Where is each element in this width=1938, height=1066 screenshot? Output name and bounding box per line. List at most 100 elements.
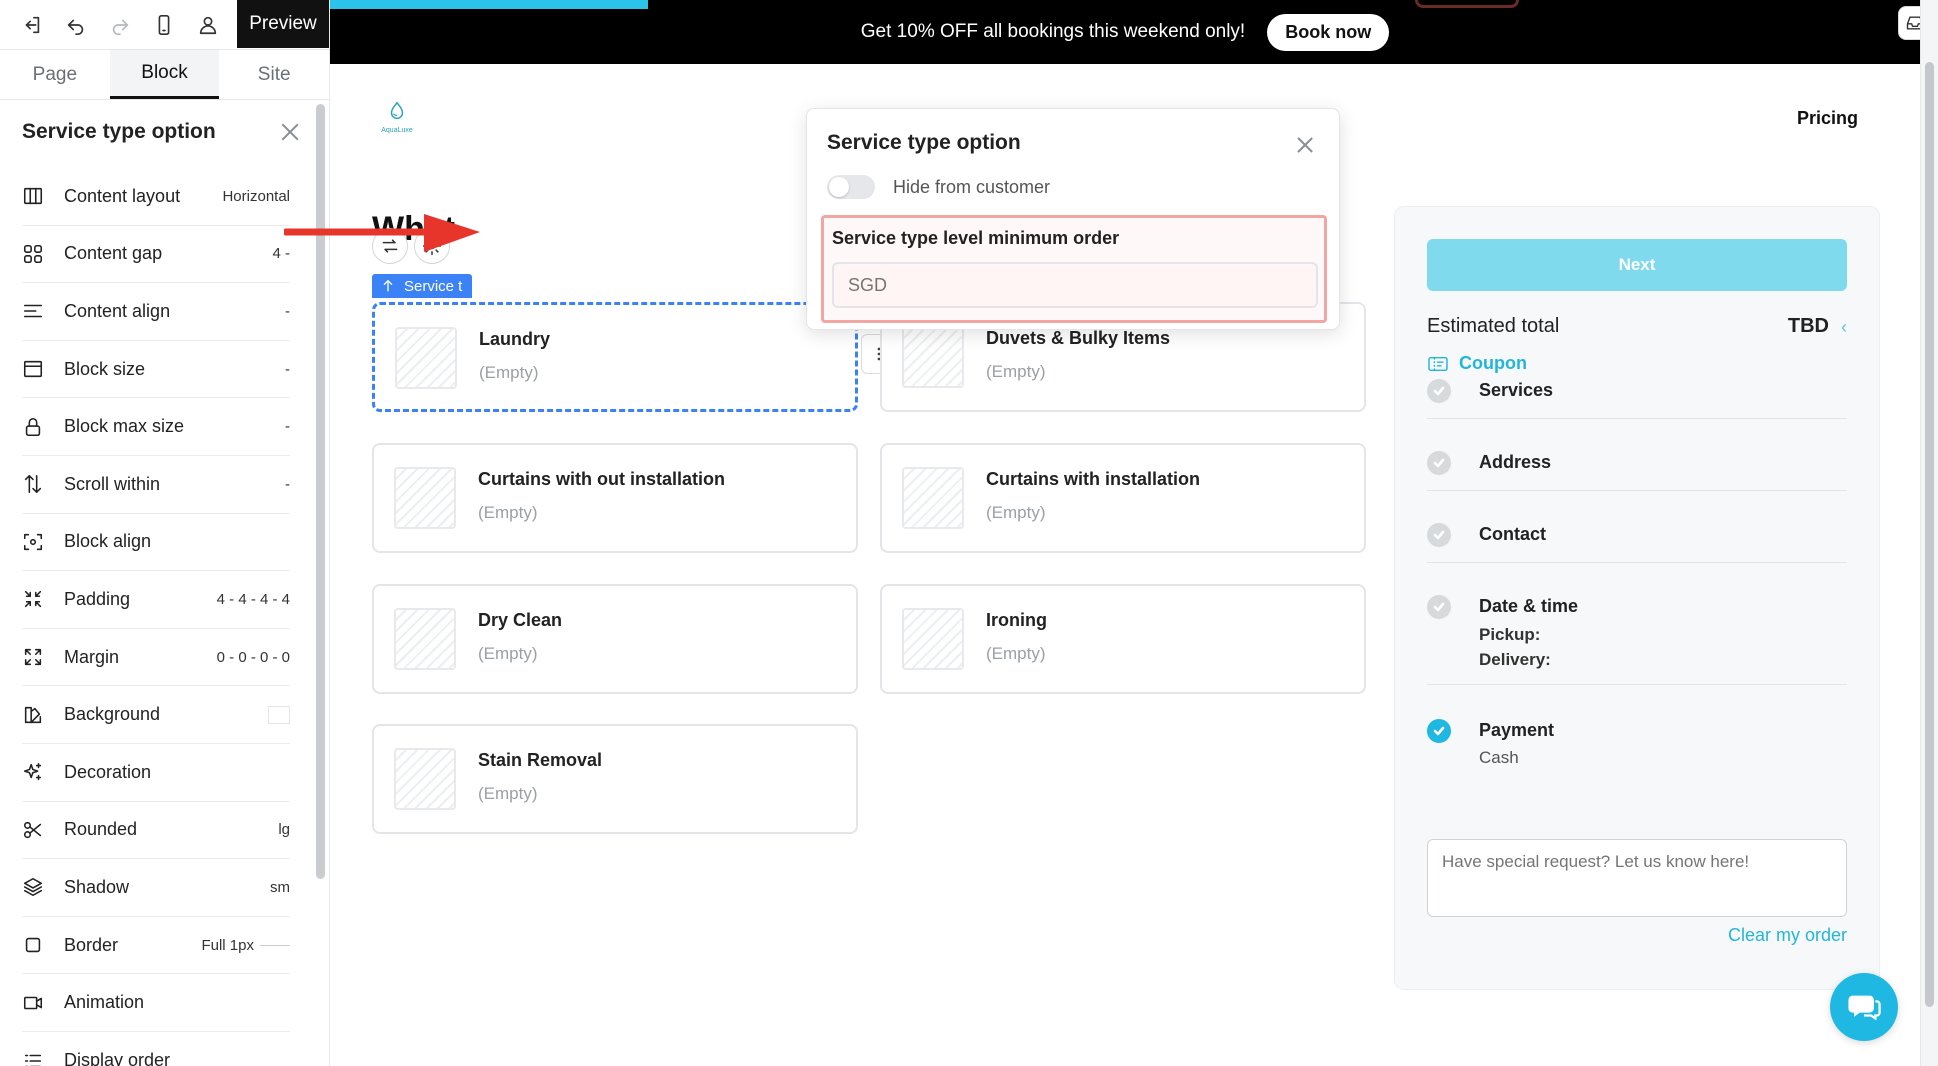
prop-content-layout[interactable]: Content layout Horizontal [22,168,290,226]
prop-display-order[interactable]: Display order [22,1032,290,1066]
step-payment[interactable]: Payment Cash [1427,719,1847,779]
prop-content-gap[interactable]: Content gap 4 - [22,226,290,284]
redo-icon[interactable] [98,0,142,50]
prop-background[interactable]: Background [22,686,290,744]
step-date-time[interactable]: Date & time Pickup: Delivery: [1427,595,1847,685]
prop-label: Background [64,704,161,725]
prop-block-max-size[interactable]: Block max size - [22,398,290,456]
property-list: Content layout Horizontal Content gap 4 … [22,168,290,1066]
close-icon[interactable] [1295,135,1315,155]
window-icon [22,358,44,380]
tab-block[interactable]: Block [109,50,220,99]
step-contact[interactable]: Contact [1427,523,1847,563]
sparkle-icon [22,761,44,783]
mobile-icon[interactable] [142,0,186,50]
panel-tabs: Page Block Site [0,50,329,100]
prop-label: Block max size [64,416,185,437]
order-summary: Next Estimated total TBD ‹ Coupon Servic… [1394,206,1880,990]
delivery-label: Delivery: [1479,650,1551,669]
site-logo[interactable]: AquaLuxe [375,100,419,135]
prop-content-align[interactable]: Content align - [22,283,290,341]
prop-scroll-within[interactable]: Scroll within - [22,456,290,514]
layers-icon [22,876,44,898]
prop-animation[interactable]: Animation [22,974,290,1032]
service-card-stain-removal[interactable]: Stain Removal (Empty) [372,724,858,834]
service-card-laundry[interactable]: Laundry (Empty) [372,302,858,412]
service-subtitle: (Empty) [478,784,538,803]
prop-value: Full 1px [201,937,290,954]
prop-block-align[interactable]: Block align [22,514,290,572]
grid-icon [22,243,44,265]
coupon-link[interactable]: Coupon [1427,353,1527,374]
chat-button[interactable] [1830,973,1898,1041]
ticket-icon [1428,356,1448,371]
prop-label: Decoration [64,761,152,782]
step-address[interactable]: Address [1427,451,1847,491]
nav-pricing-link[interactable]: Pricing [1797,108,1858,129]
step-label: Services [1479,380,1554,400]
check-circle-icon [1427,595,1451,619]
service-card-ironing[interactable]: Ironing (Empty) [880,584,1366,694]
background-swatch[interactable] [268,705,290,724]
service-subtitle: (Empty) [986,503,1046,522]
step-label: Address [1479,452,1552,472]
service-title: Ironing [986,610,1047,630]
min-order-input[interactable] [832,262,1318,308]
service-card-dry-clean[interactable]: Dry Clean (Empty) [372,584,858,694]
annotation-arrow-icon [284,214,480,252]
service-title: Duvets & Bulky Items [986,328,1171,348]
service-subtitle: (Empty) [986,362,1046,381]
prop-margin[interactable]: Margin 0 - 0 - 0 - 0 [22,629,290,687]
close-icon[interactable] [279,121,301,143]
chevron-left-icon[interactable]: ‹ [1841,317,1847,338]
preview-scrollbar[interactable] [1925,62,1934,1007]
preview-button[interactable]: Preview [237,0,329,48]
service-option-popover: Service type option Hide from customer S… [806,108,1340,330]
book-now-button[interactable]: Book now [1267,13,1390,51]
image-placeholder [902,608,964,670]
block-tag[interactable]: Service t [372,274,472,298]
popover-title: Service type option [827,131,1021,154]
prop-shadow[interactable]: Shadow sm [22,859,290,917]
prop-label: Content layout [64,185,181,206]
square-icon [22,934,44,956]
special-request-field[interactable] [1427,839,1847,917]
prop-label: Block size [64,358,146,379]
check-circle-icon [1427,451,1451,475]
scroll-icon [22,473,44,495]
prop-value: - [285,418,290,436]
service-subtitle: (Empty) [478,503,538,522]
palette-icon [22,704,44,726]
prop-block-size[interactable]: Block size - [22,341,290,399]
next-button[interactable]: Next [1427,239,1847,291]
announcement-bar: Get 10% OFF all bookings this weekend on… [330,0,1920,64]
service-title: Curtains with out installation [478,469,725,489]
prop-label: Shadow [64,876,130,897]
tab-page[interactable]: Page [0,50,110,99]
undo-icon[interactable] [54,0,98,50]
step-services[interactable]: Services [1427,379,1847,419]
align-icon [22,300,44,322]
clear-order-link[interactable]: Clear my order [1728,925,1847,946]
step-label: Contact [1479,524,1546,544]
service-card-curtains-without[interactable]: Curtains with out installation (Empty) [372,443,858,553]
prop-value: 4 - 4 - 4 - 4 [216,590,290,608]
exit-icon[interactable] [10,0,54,50]
check-circle-icon [1427,379,1451,403]
pickup-label: Pickup: [1479,625,1541,644]
prop-value: - [285,475,290,493]
prop-padding[interactable]: Padding 4 - 4 - 4 - 4 [22,571,290,629]
prop-value: Horizontal [222,187,290,205]
image-placeholder [394,467,456,529]
hide-from-customer-toggle[interactable] [827,175,875,199]
check-circle-icon [1427,523,1451,547]
prop-decoration[interactable]: Decoration [22,744,290,802]
panel-title: Service type option [22,120,216,143]
prop-rounded[interactable]: Rounded lg [22,802,290,860]
step-label: Payment [1479,720,1555,740]
prop-label: Rounded [64,819,138,840]
prop-border[interactable]: Border Full 1px [22,917,290,975]
user-icon[interactable] [186,0,230,50]
service-card-curtains-with[interactable]: Curtains with installation (Empty) [880,443,1366,553]
tab-site[interactable]: Site [219,50,329,99]
